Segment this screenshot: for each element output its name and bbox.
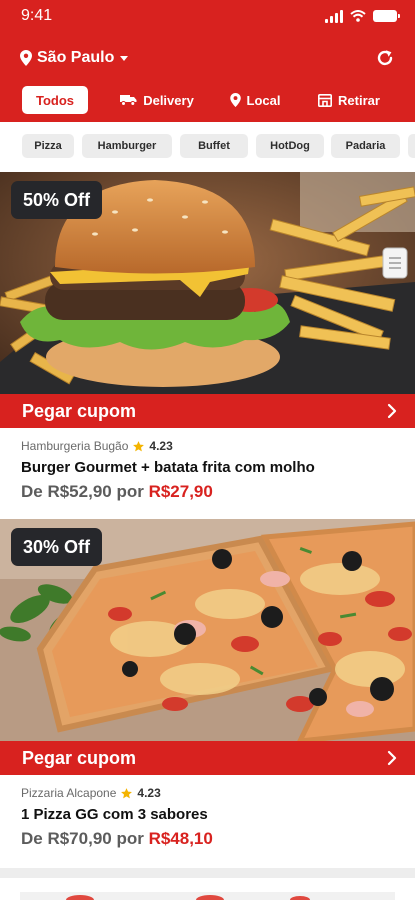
battery-icon — [373, 10, 400, 22]
status-bar: 9:41 — [0, 0, 415, 32]
category-chip-pizza[interactable]: Pizza — [22, 134, 74, 158]
refresh-button[interactable] — [373, 46, 397, 70]
offer-card-pizza[interactable]: 30% Off Pegar cupom Pizzaria Alcapone 4.… — [0, 519, 415, 868]
discount-badge: 30% Off — [11, 528, 103, 566]
restaurant-line: Pizzaria Alcapone 4.23 — [21, 785, 213, 801]
tab-label: Retirar — [338, 92, 380, 108]
chevron-down-icon — [120, 55, 129, 61]
chevron-right-icon — [387, 750, 397, 766]
discounted-price: R$48,10 — [148, 829, 213, 848]
restaurant-name: Hamburgeria Bugão — [21, 439, 129, 453]
price-line: De R$52,90 por R$27,90 — [21, 482, 315, 502]
coupon-label: Pegar cupom — [22, 400, 137, 421]
category-chip-hotdog[interactable]: HotDog — [256, 134, 324, 158]
tab-label: Local — [246, 92, 281, 108]
category-filter-bar: Pizza Hamburger Buffet HotDog Padaria — [0, 122, 415, 172]
discounted-price: R$27,90 — [148, 482, 213, 501]
tab-delivery[interactable]: Delivery — [117, 86, 197, 114]
refresh-icon — [377, 50, 393, 66]
product-title: 1 Pizza GG com 3 sabores — [21, 806, 208, 823]
restaurant-name: Pizzaria Alcapone — [21, 786, 117, 800]
offer-info: Hamburgeria Bugão 4.23 Burger Gourmet + … — [21, 438, 315, 502]
offer-card-partial[interactable] — [0, 878, 415, 900]
location-selector[interactable]: São Paulo — [20, 46, 129, 70]
discount-badge: 50% Off — [11, 181, 103, 219]
chevron-right-icon — [387, 403, 397, 419]
rating-value: 4.23 — [149, 439, 173, 453]
get-coupon-button[interactable]: Pegar cupom — [0, 741, 415, 775]
category-chip-more[interactable] — [408, 134, 415, 158]
get-coupon-button[interactable]: Pegar cupom — [0, 394, 415, 428]
status-icons — [325, 8, 400, 24]
tab-label: Todos — [35, 92, 75, 108]
product-title: Burger Gourmet + batata frita com molho — [21, 459, 315, 476]
category-chip-hamburger[interactable]: Hamburger — [82, 134, 172, 158]
store-icon — [318, 93, 333, 107]
app-header: 9:41 São Paulo Todos Delivery Local Reti… — [0, 0, 415, 122]
tab-retirar[interactable]: Retirar — [314, 86, 384, 114]
status-time: 9:41 — [21, 7, 53, 24]
restaurant-line: Hamburgeria Bugão 4.23 — [21, 438, 315, 454]
offer-info: Pizzaria Alcapone 4.23 1 Pizza GG com 3 … — [21, 785, 213, 849]
price-line: De R$70,90 por R$48,10 — [21, 829, 213, 849]
burger-photo: 50% Off — [0, 172, 415, 394]
tab-label: Delivery — [143, 92, 194, 108]
signal-icon — [325, 9, 343, 23]
map-pin-icon — [20, 50, 32, 66]
tab-local[interactable]: Local — [226, 86, 284, 114]
offer-card-burger[interactable]: 50% Off Pegar cupom Hamburgeria Bugão 4.… — [0, 172, 415, 519]
map-pin-icon — [229, 93, 241, 107]
city-label: São Paulo — [37, 49, 115, 66]
truck-icon — [120, 95, 137, 106]
pizza-photo: 30% Off — [0, 519, 415, 741]
original-price: De R$52,90 por — [21, 482, 149, 501]
partial-card-photo — [20, 892, 395, 900]
service-tabs: Todos Delivery Local Retirar — [0, 86, 415, 116]
category-chip-buffet[interactable]: Buffet — [180, 134, 248, 158]
coupon-label: Pegar cupom — [22, 747, 137, 768]
wifi-icon — [350, 10, 366, 22]
tab-todos[interactable]: Todos — [22, 86, 88, 114]
category-chip-padaria[interactable]: Padaria — [331, 134, 400, 158]
star-icon — [121, 787, 133, 798]
rating-value: 4.23 — [137, 786, 161, 800]
star-icon — [133, 440, 145, 451]
original-price: De R$70,90 por — [21, 829, 149, 848]
